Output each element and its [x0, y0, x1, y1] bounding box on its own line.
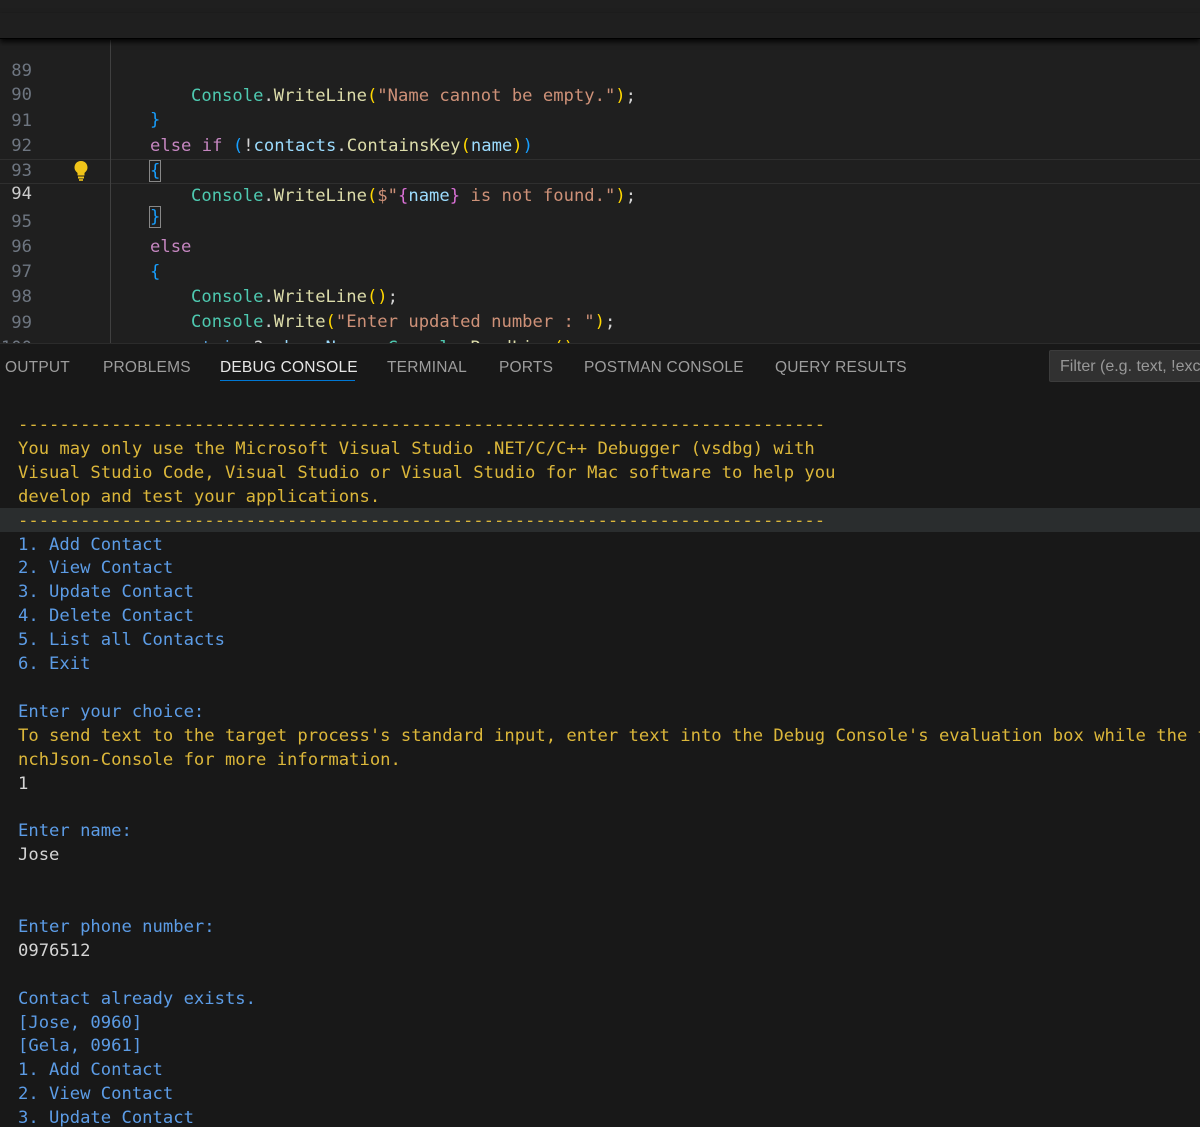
console-line: Enter your choice: — [18, 701, 205, 722]
console-line: nchJson-Console for more information. — [18, 749, 401, 770]
sticky-scroll-line[interactable]: 18 using System.Reflection.Metadata; — [0, 13, 1200, 39]
console-line: Contact already exists. — [18, 988, 256, 1009]
console-line: [Jose, 0960] — [18, 1012, 143, 1033]
tab-debug-console[interactable]: DEBUG CONSOLE — [220, 359, 358, 377]
code-text: string? phoneNum = Console.ReadLine(); — [191, 336, 584, 343]
indent-guide — [110, 40, 111, 343]
console-line: 6. Exit — [18, 654, 91, 674]
console-line: 1 — [18, 773, 29, 794]
tab-query-results[interactable]: QUERY RESULTS — [775, 359, 907, 377]
console-line: Enter name: — [18, 821, 132, 842]
code-line[interactable]: 97 Console.WriteLine(); — [0, 235, 1200, 307]
code-line[interactable]: 90 } — [0, 58, 1200, 130]
console-line: 1. Add Contact — [18, 1060, 163, 1081]
tab-postman-console[interactable]: POSTMAN CONSOLE — [584, 359, 744, 377]
console-line: ----------------------------------------… — [18, 510, 826, 531]
code-line[interactable]: 99 string? phoneNum = Console.ReadLine()… — [0, 286, 1200, 343]
console-line: develop and test your applications. — [18, 486, 381, 507]
console-line: 2. View Contact — [18, 558, 174, 579]
line-number: 18 — [0, 38, 32, 39]
console-line: ----------------------------------------… — [18, 415, 826, 435]
tab-ports[interactable]: PORTS — [499, 359, 553, 377]
console-line: 0976512 — [18, 940, 91, 961]
console-line: 2. View Contact — [18, 1084, 174, 1105]
console-line: To send text to the target process's sta… — [18, 725, 1200, 746]
tab-terminal[interactable]: TERMINAL — [387, 359, 467, 377]
code-editor[interactable]: 20 Dictionary<string, string> contacts =… — [0, 0, 1200, 343]
code-line[interactable]: 95 else — [0, 185, 1200, 257]
console-line: [Gela, 0961] — [18, 1036, 143, 1057]
code-line[interactable]: 96 { — [0, 210, 1200, 282]
code-line-active[interactable]: 94 } — [0, 159, 1200, 228]
filter-input[interactable]: Filter (e.g. text, !exclude) — [1049, 350, 1200, 382]
debug-console-output[interactable]: ----------------------------------------… — [0, 393, 1200, 1127]
code-line[interactable]: 92 { — [0, 109, 1200, 182]
console-line: Enter phone number: — [18, 916, 215, 937]
code-line[interactable]: 91 else if (!contacts.ContainsKey(name)) — [0, 84, 1200, 156]
panel-tab-bar: OUTPUT PROBLEMS DEBUG CONSOLE TERMINAL P… — [0, 343, 1200, 394]
console-line: 4. Delete Contact — [18, 606, 194, 627]
console-line: 5. List all Contacts — [18, 630, 225, 651]
sticky-scroll-line[interactable]: 20 Dictionary<string, string> contacts =… — [0, 0, 1200, 13]
tab-problems[interactable]: PROBLEMS — [103, 359, 191, 377]
console-line: 1. Add Contact — [18, 534, 163, 555]
tab-output[interactable]: OUTPUT — [5, 359, 70, 377]
line-number: 100 — [0, 336, 32, 343]
console-line: 3. Update Contact — [18, 1108, 194, 1127]
console-line: 3. Update Contact — [18, 582, 194, 603]
code-line[interactable]: 100 if (string.IsNullOrWhiteSpace(phoneN… — [0, 311, 1200, 343]
code-line[interactable]: 93 Console.WriteLine($"{name} is not fou… — [0, 134, 1200, 206]
active-tab-indicator — [220, 380, 355, 381]
console-line: You may only use the Microsoft Visual St… — [18, 438, 815, 459]
code-line[interactable]: 98 Console.Write("Enter updated number :… — [0, 260, 1200, 332]
lightbulb-icon[interactable] — [73, 160, 89, 182]
console-line: Jose — [18, 845, 60, 866]
console-line: Visual Studio Code, Visual Studio or Vis… — [18, 462, 836, 483]
